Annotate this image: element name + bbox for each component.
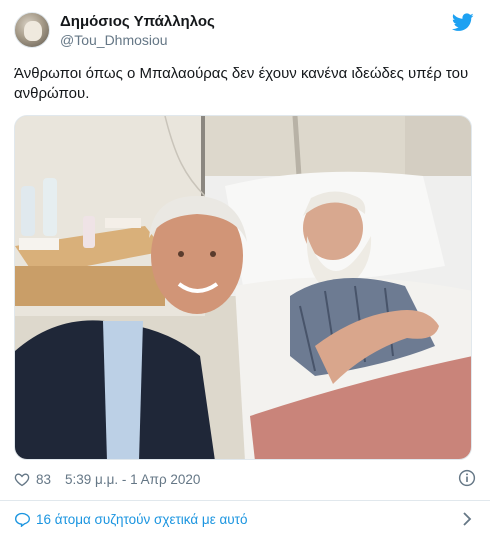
hospital-photo [15,116,471,459]
author-handle[interactable]: @Tou_Dhmosiou [60,31,215,49]
chevron-right-icon[interactable] [462,512,472,526]
speech-bubble-icon [14,512,30,527]
avatar[interactable] [14,12,50,48]
tweet-meta: 83 5:39 μ.μ. - 1 Απρ 2020 [14,468,200,490]
twitter-bird-icon[interactable] [452,13,474,32]
discussion-label[interactable]: 16 άτομα συζητούν σχετικά με αυτό [36,512,248,527]
tweet-photo[interactable] [14,115,472,460]
tweet-text: Άνθρωποι όπως ο Μπαλαούρας δεν έχουν καν… [14,65,469,102]
tweet-timestamp[interactable]: 5:39 μ.μ. - 1 Απρ 2020 [65,472,200,487]
author-names[interactable]: Δημόσιος Υπάλληλος @Tou_Dhmosiou [60,12,215,49]
author-display-name[interactable]: Δημόσιος Υπάλληλος [60,12,215,31]
discussion-link[interactable]: 16 άτομα συζητούν σχετικά με αυτό [14,508,476,530]
heart-icon[interactable] [14,472,30,487]
info-icon[interactable] [458,469,476,487]
tweet-header: Δημόσιος Υπάλληλος @Tou_Dhmosiou [14,12,476,52]
divider [0,500,490,501]
tweet-card: Δημόσιος Υπάλληλος @Tou_Dhmosiou Άνθρωπο… [0,0,490,533]
like-count[interactable]: 83 [36,472,51,487]
